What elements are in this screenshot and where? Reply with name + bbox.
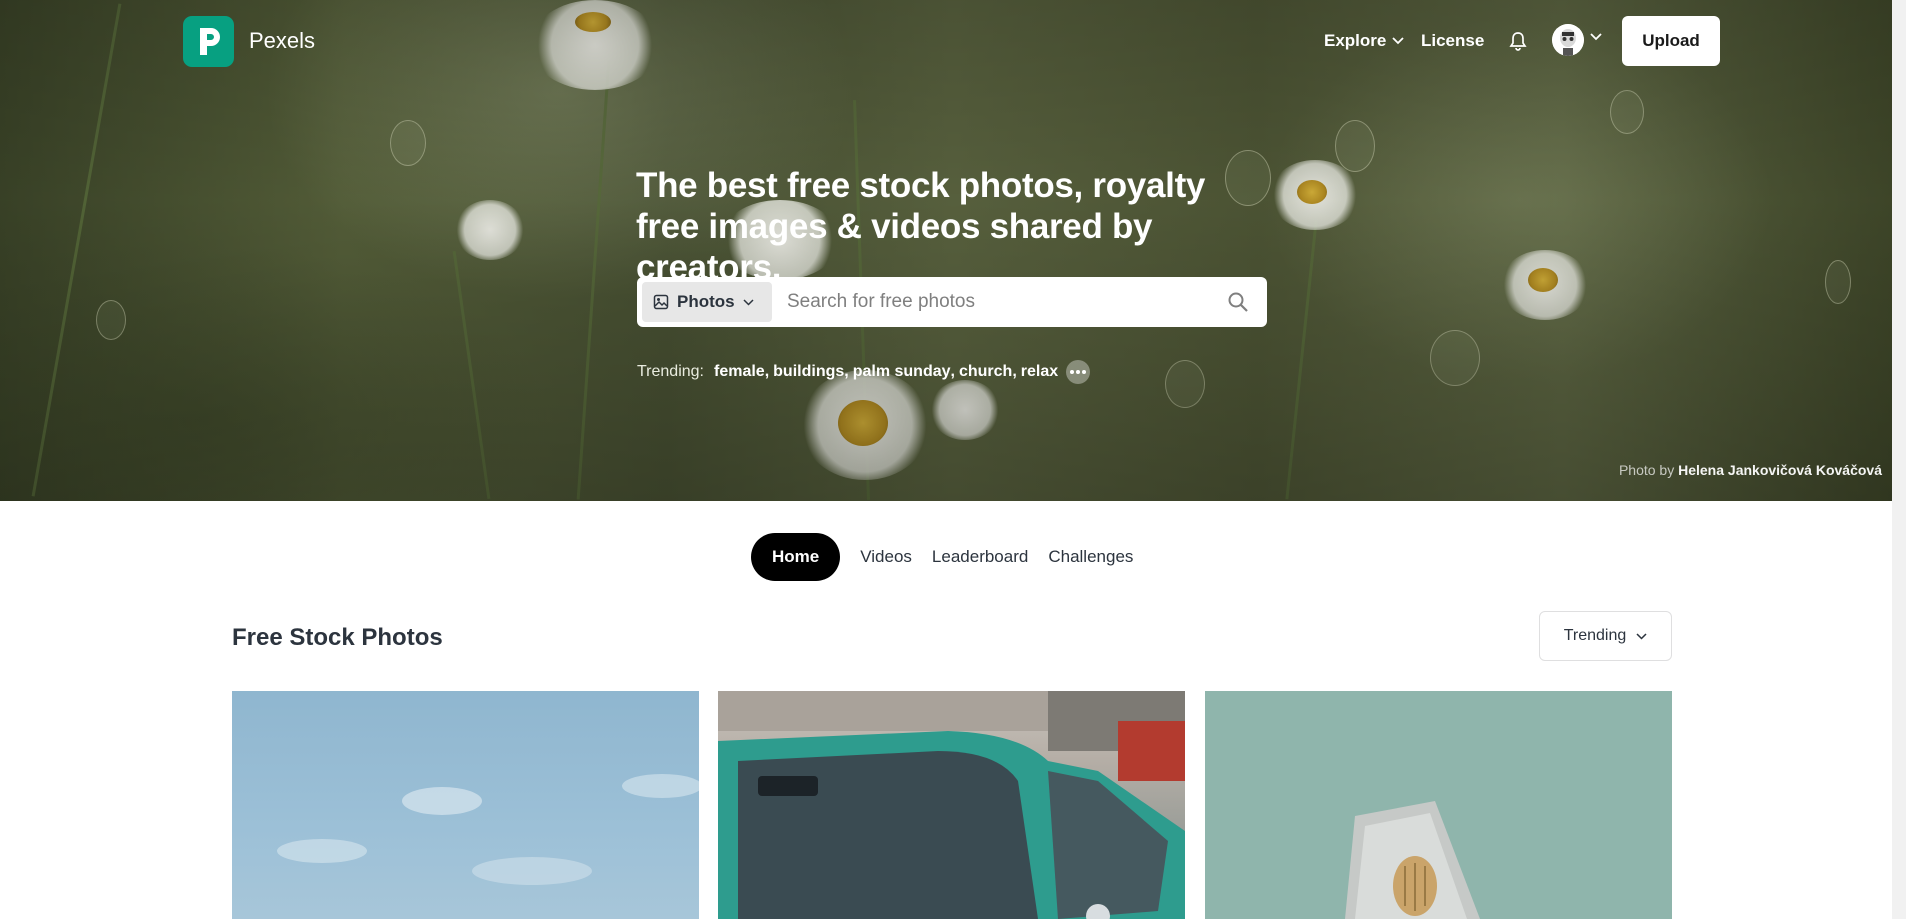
nav-explore-label: Explore: [1324, 31, 1387, 50]
chevron-down-icon: [1392, 37, 1404, 45]
upload-button[interactable]: Upload: [1622, 16, 1720, 66]
nav-explore[interactable]: Explore: [1324, 31, 1404, 51]
image-icon: [653, 294, 669, 310]
trending-item-female[interactable]: female: [714, 363, 765, 381]
more-dots-icon: [1082, 370, 1087, 374]
trending-item-church[interactable]: church: [959, 363, 1012, 381]
more-dots-icon: [1076, 370, 1081, 374]
separator: ,: [950, 363, 955, 380]
chevron-down-icon[interactable]: [1590, 33, 1602, 41]
photo-card[interactable]: [718, 691, 1185, 919]
avatar-image: [1552, 24, 1584, 56]
hero-headline: The best free stock photos, royalty free…: [636, 166, 1206, 287]
more-dots-icon: [1070, 370, 1075, 374]
photo-image: [277, 774, 699, 885]
tab-challenges[interactable]: Challenges: [1038, 533, 1143, 581]
main-tabs: Home Videos Leaderboard Challenges: [751, 533, 1143, 581]
search-type-dropdown[interactable]: Photos: [642, 282, 772, 322]
search-type-label: Photos: [677, 292, 735, 311]
tab-home[interactable]: Home: [751, 533, 841, 581]
nav-license[interactable]: License: [1421, 31, 1484, 51]
photo-image: [1345, 801, 1480, 919]
photo-image: [718, 691, 1185, 919]
sort-dropdown[interactable]: Trending: [1539, 611, 1672, 661]
trending-item-buildings[interactable]: buildings: [773, 363, 844, 381]
photo-credit-author[interactable]: Helena Jankovičová Kováčová: [1678, 462, 1882, 478]
tab-leaderboard[interactable]: Leaderboard: [922, 533, 1038, 581]
separator: ,: [1012, 363, 1017, 380]
bell-icon: [1509, 32, 1527, 51]
pexels-logo-icon: [200, 28, 220, 55]
hero-banner: Pexels Explore License Upload The best f…: [0, 0, 1906, 501]
scrollbar[interactable]: [1892, 0, 1906, 919]
pexels-logo[interactable]: [183, 16, 234, 67]
photo-card[interactable]: [232, 691, 699, 919]
avatar[interactable]: [1552, 24, 1584, 56]
separator: ,: [844, 363, 849, 380]
photo-credit: Photo by Helena Jankovičová Kováčová: [1619, 462, 1882, 478]
photo-credit-prefix: Photo by: [1618, 462, 1675, 478]
photo-card[interactable]: [1205, 691, 1672, 919]
trending-searches: Trending: female, buildings, palm sunday…: [637, 360, 1091, 384]
notifications-button[interactable]: [1509, 31, 1527, 56]
feed-title: Free Stock Photos: [232, 624, 443, 651]
chevron-down-icon: [1636, 632, 1647, 640]
search-input[interactable]: [787, 285, 1187, 319]
trending-item-palm-sunday[interactable]: palm sunday: [853, 363, 951, 381]
tab-videos[interactable]: Videos: [850, 533, 922, 581]
search-icon[interactable]: [1227, 291, 1249, 313]
more-trending-button[interactable]: [1066, 360, 1091, 384]
brand-name[interactable]: Pexels: [249, 28, 315, 54]
page: Pexels Explore License Upload The best f…: [0, 0, 1906, 919]
chevron-down-icon: [743, 298, 754, 306]
separator: ,: [764, 363, 770, 380]
sort-label: Trending: [1563, 627, 1627, 644]
trending-label: Trending:: [637, 363, 704, 380]
trending-item-relax[interactable]: relax: [1021, 363, 1058, 381]
search-bar: Photos: [637, 277, 1267, 327]
